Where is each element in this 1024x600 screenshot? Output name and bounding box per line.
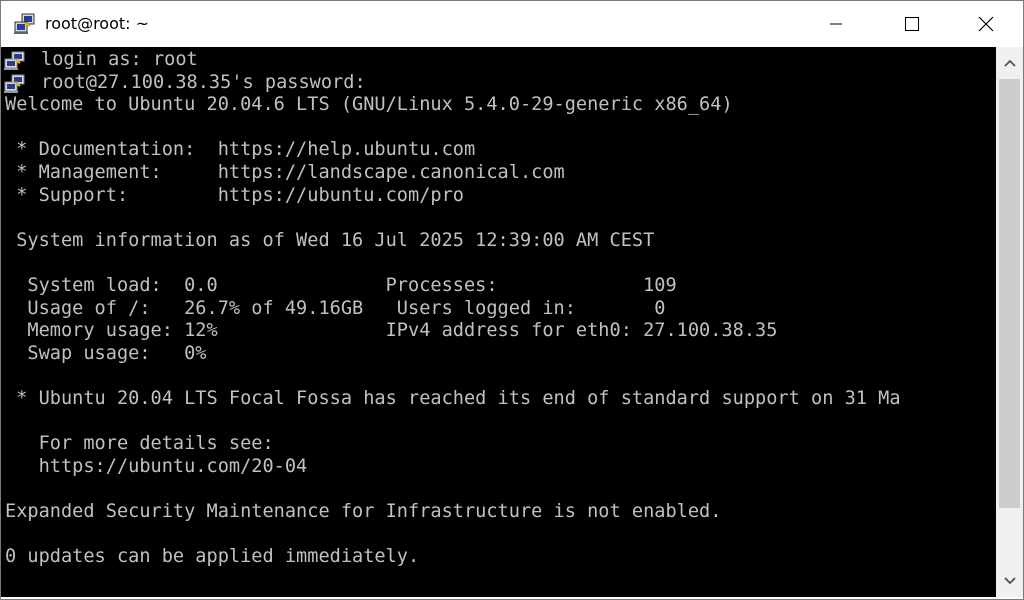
terminal-line-text: Memory usage: 12% IPv4 address for eth0:… — [5, 320, 778, 342]
chevron-up-icon — [1003, 59, 1016, 67]
terminal-line-text: System load: 0.0 Processes: 109 — [5, 274, 677, 296]
terminal-line-text: 0 updates can be applied immediately. — [5, 546, 420, 568]
maximize-button[interactable] — [889, 1, 935, 47]
scroll-thumb[interactable] — [999, 79, 1020, 509]
terminal-line-text: login as: root — [41, 49, 198, 70]
terminal-line-text: https://ubuntu.com/20-04 — [5, 455, 308, 477]
terminal-line-text: root@27.100.38.35's password: — [41, 71, 366, 93]
putty-icon[interactable] — [13, 13, 37, 35]
terminal-line-text: * Management: https://landscape.canonica… — [5, 161, 565, 183]
chevron-down-icon — [1003, 577, 1016, 585]
vertical-scrollbar[interactable] — [996, 47, 1023, 597]
maximize-icon — [905, 17, 919, 31]
terminal-line-text: * Support: https://ubuntu.com/pro — [5, 184, 464, 206]
terminal-line-text: * Documentation: https://help.ubuntu.com — [5, 139, 476, 161]
close-button[interactable] — [963, 1, 1009, 47]
terminal-line-text: Usage of /: 26.7% of 49.16GB Users logge… — [5, 297, 666, 319]
terminal-line-text: * Ubuntu 20.04 LTS Focal Fossa has reach… — [5, 387, 901, 409]
scroll-up-button[interactable] — [996, 49, 1023, 77]
terminal-line-text: Welcome to Ubuntu 20.04.6 LTS (GNU/Linux… — [5, 94, 733, 116]
scroll-down-button[interactable] — [996, 567, 1023, 595]
title-bar[interactable]: root@root: ~ — [1, 1, 1023, 47]
window-title: root@root: ~ — [45, 14, 150, 33]
terminal-line-text: Swap usage: 0% — [5, 342, 207, 364]
terminal-line-text: Expanded Security Maintenance for Infras… — [5, 500, 722, 522]
terminal-area[interactable]: login as: root root@27.100.38.35's passwo… — [1, 47, 996, 597]
terminal-line-text: For more details see: — [5, 433, 274, 455]
minimize-icon — [830, 23, 842, 25]
minimize-button[interactable] — [813, 1, 859, 47]
putty-icon — [3, 74, 27, 94]
terminal-line-text: System information as of Wed 16 Jul 2025… — [5, 229, 655, 251]
putty-window: root@root: ~ login as: root root@27.100.3… — [0, 0, 1024, 600]
putty-icon — [3, 51, 27, 71]
close-icon — [978, 16, 994, 32]
